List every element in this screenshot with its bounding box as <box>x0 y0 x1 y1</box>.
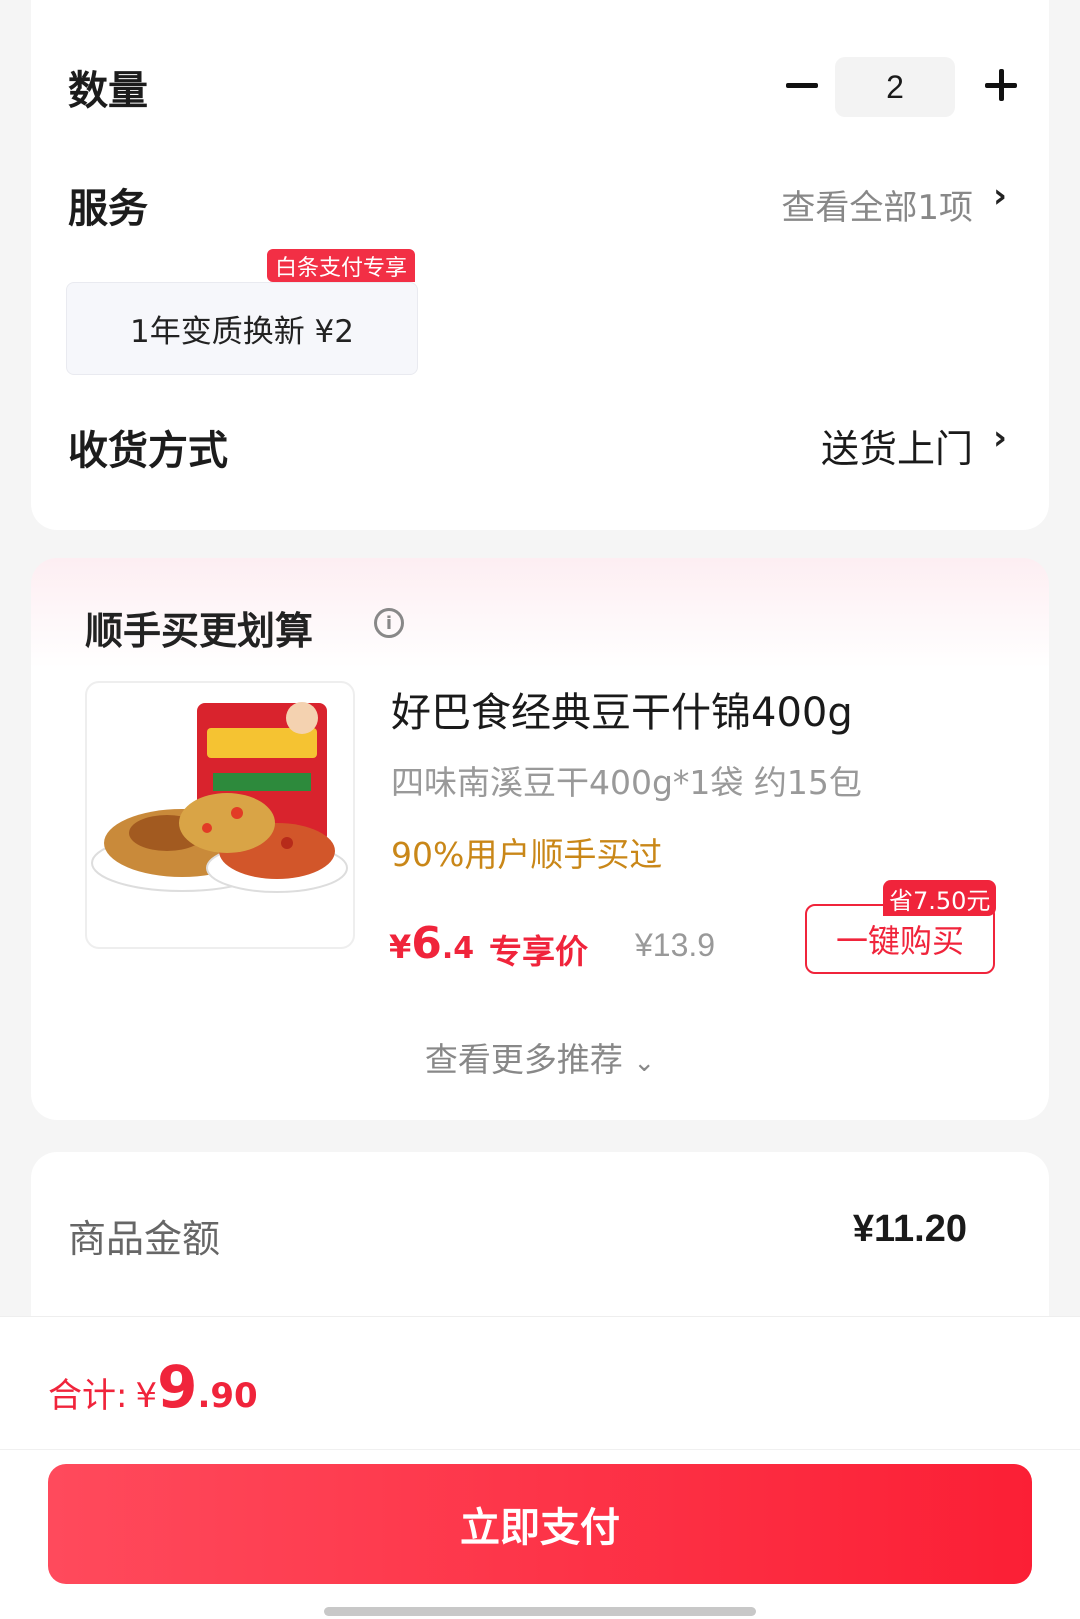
service-option-chip[interactable]: 1年变质换新 ¥2 <box>66 282 418 375</box>
product-purchase-rate: 90%用户顺手买过 <box>391 835 663 874</box>
product-photo-icon <box>91 702 348 893</box>
delivery-label: 收货方式 <box>68 428 228 474</box>
goods-amount-value: ¥11.20 <box>852 1208 967 1250</box>
info-icon[interactable]: i <box>374 608 404 638</box>
home-indicator[interactable] <box>324 1607 756 1616</box>
chevron-right-icon[interactable]: › <box>993 418 1007 458</box>
checkout-bottom-bar: 合计: ¥9.90 立即支付 <box>0 1316 1080 1619</box>
recommendation-title: 顺手买更划算 <box>85 609 314 653</box>
delivery-method-value[interactable]: 送货上门 <box>821 418 973 473</box>
exclusive-price-label: 专享价 <box>489 932 588 971</box>
view-more-recommendations[interactable]: 查看更多推荐 ⌄ <box>31 1033 1049 1081</box>
quantity-decrease-button[interactable] <box>772 55 832 115</box>
product-name[interactable]: 好巴食经典豆干什锦400g <box>391 680 853 738</box>
savings-badge: 省7.50元 <box>883 880 997 916</box>
service-label: 服务 <box>68 186 148 232</box>
checkout-page: 数量 2 服务 查看全部1项 › 1年变质换新 ¥2 白条支付专享 收货方式 送… <box>0 0 1080 1619</box>
original-price: ¥13.9 <box>635 927 716 963</box>
goods-amount-label: 商品金额 <box>68 1217 221 1261</box>
service-view-all-link[interactable]: 查看全部1项 <box>781 180 973 229</box>
product-image[interactable] <box>85 681 355 949</box>
chevron-down-icon: ⌄ <box>633 1048 656 1078</box>
quantity-label: 数量 <box>68 68 148 114</box>
quantity-increase-button[interactable] <box>971 55 1031 115</box>
chevron-right-icon[interactable]: › <box>993 176 1007 216</box>
pay-now-button[interactable]: 立即支付 <box>48 1464 1032 1584</box>
product-spec: 四味南溪豆干400g*1袋 约15包 <box>391 763 862 802</box>
service-exclusive-badge: 白条支付专享 <box>267 249 416 282</box>
divider <box>0 1449 1080 1450</box>
order-total: 合计: ¥9.90 <box>48 1353 258 1421</box>
product-price: ¥6.4 <box>389 918 475 969</box>
order-options-card: 数量 2 服务 查看全部1项 › 1年变质换新 ¥2 白条支付专享 收货方式 送… <box>31 0 1049 530</box>
recommendation-card: 顺手买更划算 i 好巴食经典豆干什锦400g 四味南溪豆干400g*1袋 约15… <box>31 558 1049 1120</box>
quantity-input[interactable]: 2 <box>835 57 955 117</box>
minus-icon <box>786 82 818 88</box>
